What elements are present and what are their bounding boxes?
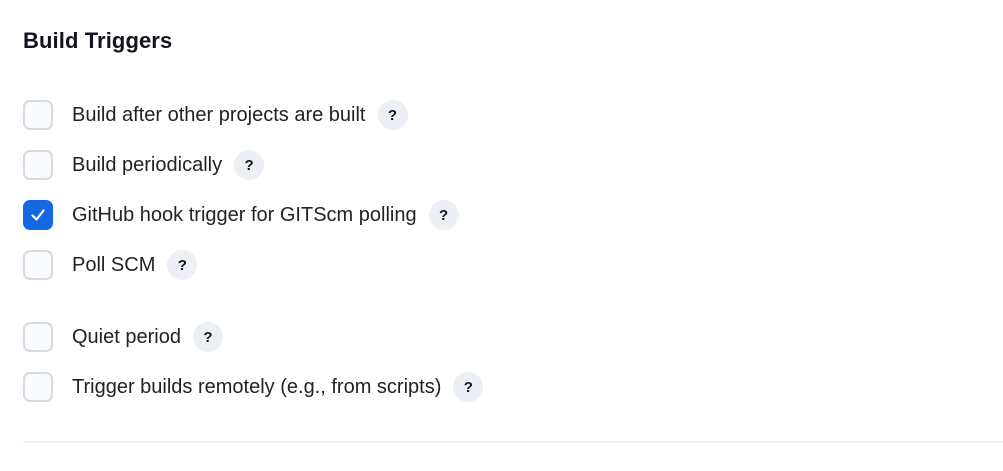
trigger-builds-remotely-label[interactable]: Trigger builds remotely (e.g., from scri… <box>72 376 441 399</box>
quiet-period-checkbox[interactable] <box>23 322 53 352</box>
checkmark-icon <box>31 209 45 221</box>
poll-scm-checkbox[interactable] <box>23 250 53 280</box>
poll-scm-label[interactable]: Poll SCM <box>72 254 155 277</box>
build-after-other-projects-checkbox[interactable] <box>23 100 53 130</box>
github-hook-trigger-label[interactable]: GitHub hook trigger for GITScm polling <box>72 204 417 227</box>
option-build-periodically: Build periodically ? <box>23 148 983 182</box>
help-icon[interactable]: ? <box>428 200 459 230</box>
section-title: Build Triggers <box>23 28 173 53</box>
option-build-after-other-projects: Build after other projects are built ? <box>23 98 983 132</box>
build-periodically-label[interactable]: Build periodically <box>72 154 222 177</box>
build-triggers-options: Build after other projects are built ? B… <box>23 98 983 420</box>
quiet-period-label[interactable]: Quiet period <box>72 326 181 349</box>
help-icon[interactable]: ? <box>192 322 223 352</box>
option-github-hook-trigger: GitHub hook trigger for GITScm polling ? <box>23 198 983 232</box>
help-icon[interactable]: ? <box>377 100 408 130</box>
option-quiet-period: Quiet period ? <box>23 320 983 354</box>
github-hook-trigger-checkbox[interactable] <box>23 200 53 230</box>
help-icon[interactable]: ? <box>167 250 198 280</box>
section-divider <box>23 441 1003 443</box>
build-periodically-checkbox[interactable] <box>23 150 53 180</box>
help-icon[interactable]: ? <box>453 372 484 402</box>
help-icon[interactable]: ? <box>234 150 265 180</box>
build-after-other-projects-label[interactable]: Build after other projects are built <box>72 104 366 127</box>
option-poll-scm: Poll SCM ? <box>23 248 983 282</box>
option-trigger-builds-remotely: Trigger builds remotely (e.g., from scri… <box>23 370 983 404</box>
trigger-builds-remotely-checkbox[interactable] <box>23 372 53 402</box>
